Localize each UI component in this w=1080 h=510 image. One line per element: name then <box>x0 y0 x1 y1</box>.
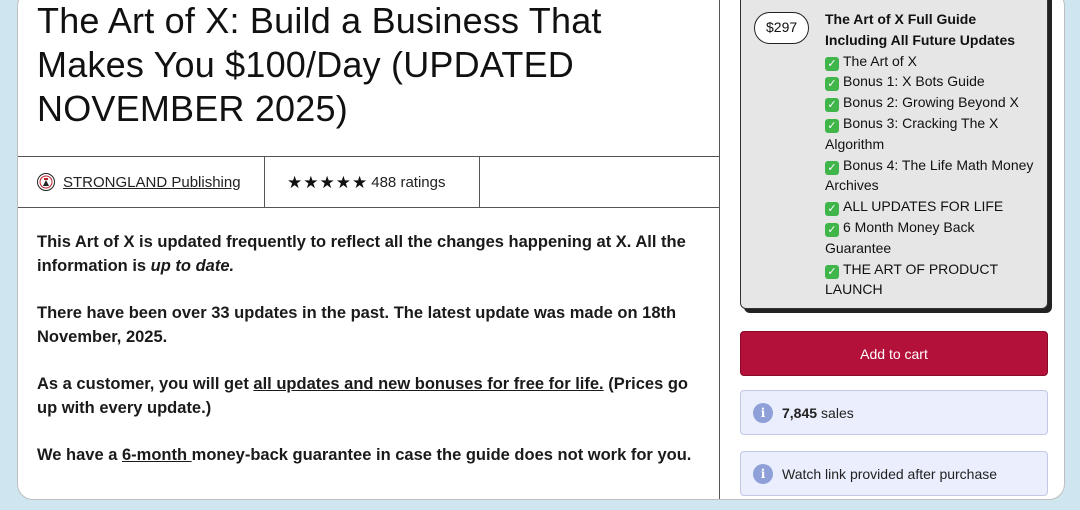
star-icon: ★ <box>352 172 368 192</box>
description-text: We have a <box>37 446 122 464</box>
description-text: This Art of X is updated frequently to r… <box>37 233 686 275</box>
description-text: As a customer, you will get <box>37 375 254 393</box>
offer-item: ✓ ALL UPDATES FOR LIFE <box>825 196 1041 217</box>
star-icon: ★ <box>287 172 303 192</box>
offer-title: The Art of X Full Guide Including All Fu… <box>825 11 1016 48</box>
offer-item: ✓ THE ART OF PRODUCT LAUNCH <box>825 259 1041 301</box>
price-badge: $297 <box>754 12 810 44</box>
check-mark-icon: ✓ <box>825 118 839 133</box>
star-icon: ★ <box>319 172 335 192</box>
rating-cell[interactable]: ★ ★ ★ ★ ★ 488 ratings <box>265 157 480 207</box>
product-meta-row: STRONGLAND Publishing ★ ★ ★ ★ ★ 488 rati… <box>18 156 720 208</box>
check-mark-icon: ✓ <box>825 160 839 175</box>
check-mark-icon: ✓ <box>825 222 839 237</box>
description-paragraph-2: There have been over 33 updates in the p… <box>37 304 677 346</box>
author-cell[interactable]: STRONGLAND Publishing <box>18 157 265 207</box>
check-mark-icon: ✓ <box>825 77 839 92</box>
offer-item: ✓ 6 Month Money Back Guarantee <box>825 217 1041 259</box>
product-main-column: The Art of X: Build a Business That Make… <box>18 0 720 499</box>
info-icon: i <box>753 463 773 484</box>
product-title: The Art of X: Build a Business That Make… <box>37 0 602 129</box>
description-paragraph-3: As a customer, you will get all updates … <box>37 372 707 420</box>
offer-item-label: Bonus 1: X Bots Guide <box>843 73 985 90</box>
description-emphasis: up to date. <box>150 257 235 275</box>
purchase-column: $297 The Art of X Full Guide Including A… <box>720 0 1064 499</box>
description-paragraph-4: We have a 6-month money-back guarantee i… <box>37 443 707 467</box>
offer-item: ✓ Bonus 4: The Life Math Money Archives <box>825 155 1041 197</box>
offer-details: The Art of X Full Guide Including All Fu… <box>825 9 1041 300</box>
product-card: The Art of X: Build a Business That Make… <box>17 0 1065 500</box>
offer-option[interactable]: $297 The Art of X Full Guide Including A… <box>740 0 1048 309</box>
offer-items: ✓ The Art of X ✓ Bonus 1: X Bots Guide ✓ Bonu… <box>825 51 1041 301</box>
author-logo-icon <box>37 173 55 191</box>
sales-count: 7,845 <box>782 404 818 421</box>
author-link[interactable]: STRONGLAND Publishing <box>63 174 241 191</box>
offer-item-label: The Art of X <box>843 52 917 69</box>
info-icon: i <box>753 402 773 423</box>
description-paragraph-1: This Art of X is updated frequently to r… <box>37 230 707 278</box>
star-icon: ★ <box>335 172 351 192</box>
offer-item-label: Bonus 4: The Life Math Money Archives <box>825 156 1034 194</box>
offer-item-label: ALL UPDATES FOR LIFE <box>843 198 1004 215</box>
watch-link-info-box: i Watch link provided after purchase <box>740 451 1048 496</box>
guarantee-link: 6-month <box>122 446 192 464</box>
rating-stars: ★ ★ ★ ★ ★ <box>287 174 367 191</box>
offer-item-label: Bonus 3: Cracking The X Algorithm <box>825 114 999 152</box>
description-text: money-back guarantee in case the guide d… <box>191 446 692 464</box>
add-to-cart-button[interactable]: Add to cart <box>740 331 1048 376</box>
offer-item: ✓ Bonus 1: X Bots Guide <box>825 71 1041 92</box>
offer-item: ✓ Bonus 2: Growing Beyond X <box>825 92 1041 113</box>
sales-label: sales <box>821 404 854 421</box>
lifetime-updates-link: all updates and new bonuses for free for… <box>253 375 604 393</box>
rating-count: 488 ratings <box>371 173 446 191</box>
check-mark-icon: ✓ <box>825 202 839 217</box>
product-description: This Art of X is updated frequently to r… <box>37 230 707 490</box>
offer-item-label: Bonus 2: Growing Beyond X <box>843 94 1019 111</box>
watch-link-notice: Watch link provided after purchase <box>782 465 998 482</box>
offer-item-label: THE ART OF PRODUCT LAUNCH <box>825 260 998 298</box>
check-mark-icon: ✓ <box>825 56 839 71</box>
star-icon: ★ <box>303 172 319 192</box>
offer-item-label: 6 Month Money Back Guarantee <box>825 218 975 256</box>
check-mark-icon: ✓ <box>825 264 839 279</box>
offer-item: ✓ Bonus 3: Cracking The X Algorithm <box>825 113 1041 155</box>
sales-info-box: i 7,845 sales <box>740 390 1048 435</box>
check-mark-icon: ✓ <box>825 98 839 113</box>
offer-item: ✓ The Art of X <box>825 51 1041 72</box>
